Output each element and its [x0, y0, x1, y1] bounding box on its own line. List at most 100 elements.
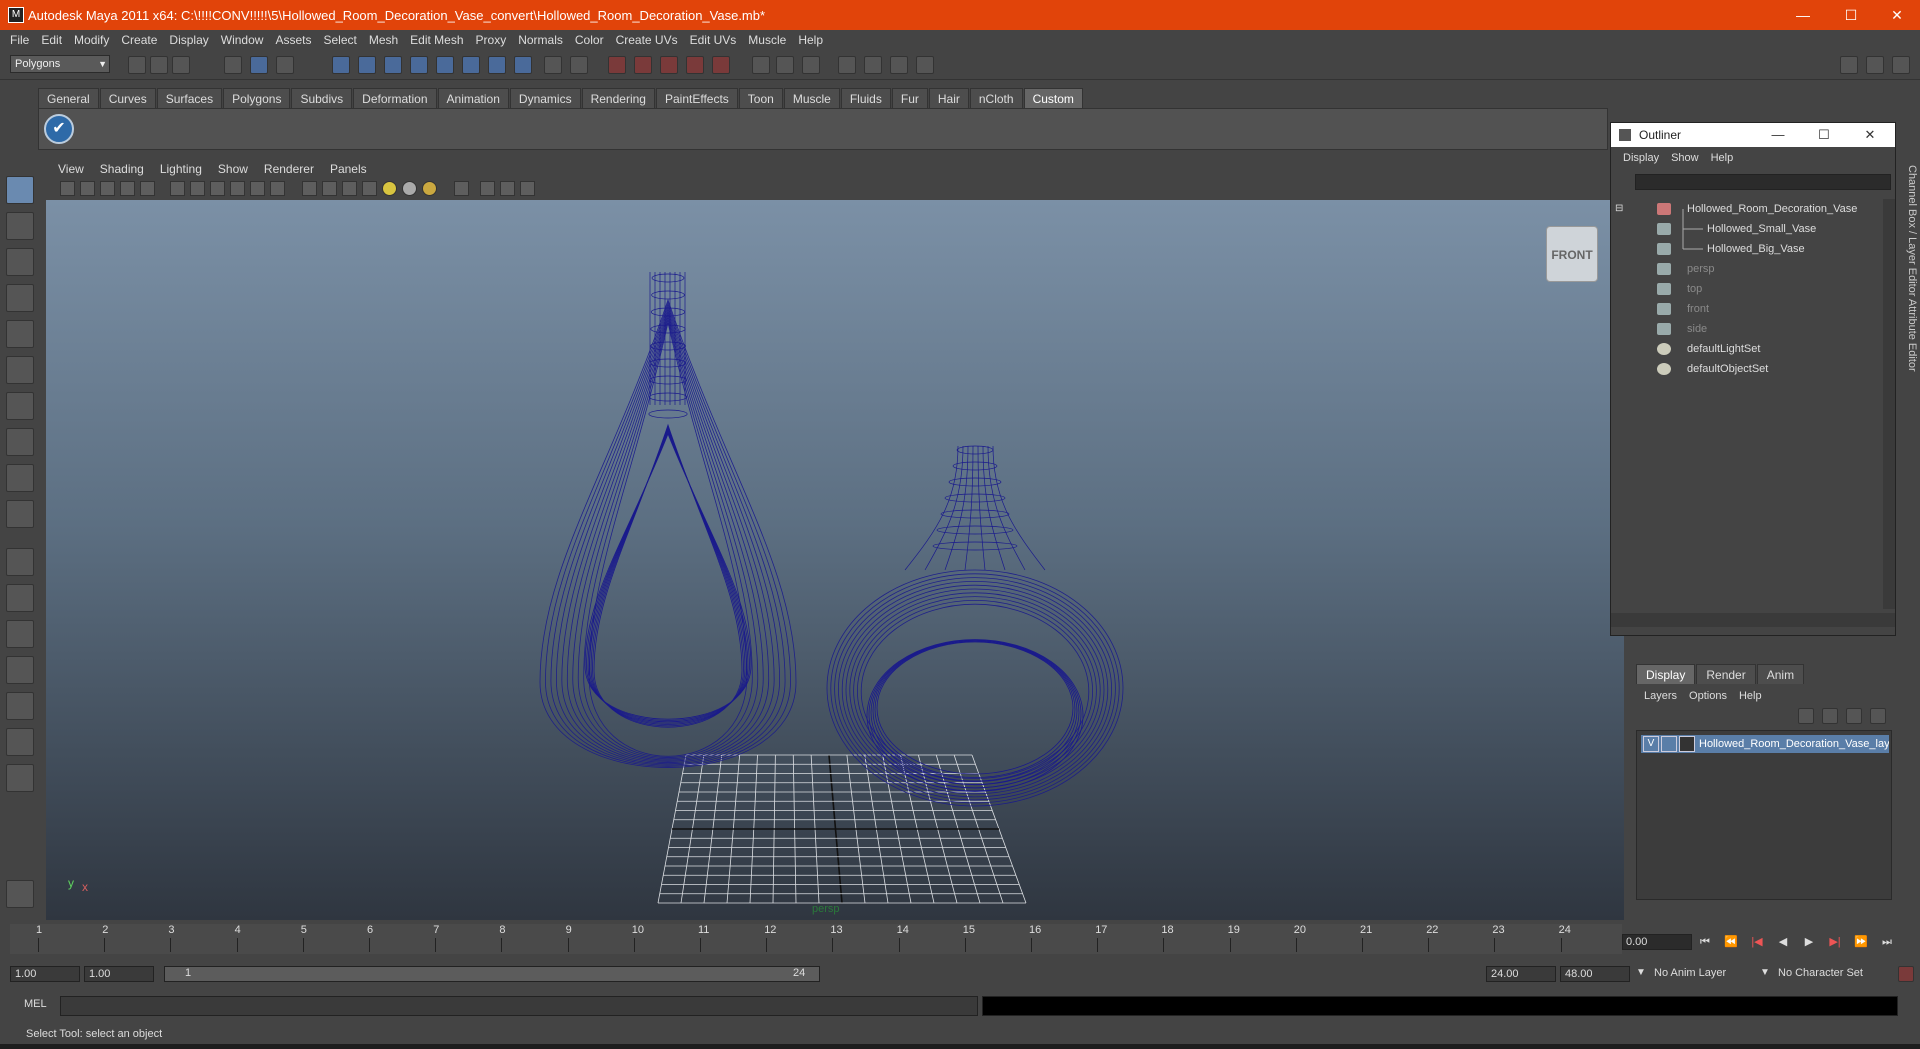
select-tool-icon[interactable]: [6, 176, 34, 204]
layer-tab-anim[interactable]: Anim: [1756, 664, 1805, 684]
shelf-tab-ncloth[interactable]: nCloth: [969, 88, 1023, 108]
universal-manipulator-icon[interactable]: [6, 392, 34, 420]
outliner-item-top[interactable]: top: [1611, 279, 1881, 299]
outliner-maximize-button[interactable]: ☐: [1801, 123, 1847, 147]
maximize-button[interactable]: ☐: [1828, 0, 1874, 30]
menu-create[interactable]: Create: [115, 33, 163, 47]
layout-options-icon[interactable]: [6, 764, 34, 792]
menu-edit-uvs[interactable]: Edit UVs: [684, 33, 743, 47]
selection-mask-icon[interactable]: [462, 56, 480, 74]
lock-icon[interactable]: [544, 56, 562, 74]
layer-tab-display[interactable]: Display: [1636, 664, 1696, 684]
image-plane-icon[interactable]: [120, 181, 135, 196]
new-scene-icon[interactable]: [128, 56, 146, 74]
muscle-tool-icon[interactable]: [6, 880, 34, 908]
shelf-tab-custom[interactable]: Custom: [1023, 88, 1083, 108]
playback-end-field[interactable]: 24.00: [1486, 966, 1556, 982]
move-tool-icon[interactable]: [6, 284, 34, 312]
minimize-button[interactable]: —: [1780, 0, 1826, 30]
render-view-icon[interactable]: [838, 56, 856, 74]
side-dock-tabs[interactable]: Channel Box / Layer Editor Attribute Edi…: [1900, 165, 1918, 405]
select-camera-icon[interactable]: [60, 181, 75, 196]
construction-icon[interactable]: [802, 56, 820, 74]
shelf-tab-rendering[interactable]: Rendering: [581, 88, 655, 108]
menu-muscle[interactable]: Muscle: [742, 33, 792, 47]
grid-toggle-icon[interactable]: [140, 181, 155, 196]
character-set-dropdown[interactable]: No Character Set: [1774, 966, 1892, 982]
layer-menu-options[interactable]: Options: [1683, 690, 1733, 702]
xray-icon[interactable]: [322, 181, 337, 196]
snap-curve-icon[interactable]: [358, 56, 376, 74]
make-live-icon[interactable]: [712, 56, 730, 74]
chevron-down-icon[interactable]: ▼: [1760, 967, 1770, 978]
layer-playback-toggle[interactable]: [1661, 736, 1677, 752]
shadows-icon[interactable]: [270, 181, 285, 196]
bookmark-icon[interactable]: [100, 181, 115, 196]
gold-sphere-icon[interactable]: [422, 181, 437, 196]
magnet-icon[interactable]: [608, 56, 626, 74]
wireframe-icon[interactable]: [170, 181, 185, 196]
input-ops-icon[interactable]: [752, 56, 770, 74]
time-slider[interactable]: 1 2 3 4 5 6 7 8 9 10 11 12 13 14 15 16 17 18 19 20 21 22 23 24: [10, 924, 1622, 954]
step-back-key-button[interactable]: ⏪: [1720, 934, 1742, 950]
step-forward-key-button[interactable]: ⏩: [1850, 934, 1872, 950]
menu-window[interactable]: Window: [215, 33, 270, 47]
scale-tool-icon[interactable]: [6, 356, 34, 384]
menu-select[interactable]: Select: [317, 33, 362, 47]
wireframe-on-shaded-icon[interactable]: [210, 181, 225, 196]
layer-options-icon[interactable]: [1870, 708, 1886, 724]
step-forward-frame-button[interactable]: ▶|: [1824, 934, 1846, 950]
layer-color-swatch[interactable]: [1679, 736, 1695, 752]
empty-layer-icon[interactable]: [1822, 708, 1838, 724]
range-slider-bar[interactable]: 1 24: [164, 966, 820, 982]
menu-help[interactable]: Help: [792, 33, 829, 47]
use-all-lights-icon[interactable]: [250, 181, 265, 196]
new-layer-icon[interactable]: [1798, 708, 1814, 724]
outliner-horizontal-scrollbar[interactable]: [1611, 613, 1895, 627]
menu-create-uvs[interactable]: Create UVs: [610, 33, 684, 47]
camera-attributes-icon[interactable]: [80, 181, 95, 196]
help-mask-icon[interactable]: [514, 56, 532, 74]
start-time-field[interactable]: 1.00: [10, 966, 80, 982]
snap-to-view-planes-icon[interactable]: [686, 56, 704, 74]
outliner-close-button[interactable]: ✕: [1847, 123, 1893, 147]
frame-all-icon[interactable]: [480, 181, 495, 196]
go-to-end-button[interactable]: ⏭: [1876, 934, 1898, 950]
lasso-tool-icon[interactable]: [6, 212, 34, 240]
shelf-tab-fluids[interactable]: Fluids: [840, 88, 891, 108]
rotate-tool-icon[interactable]: [6, 320, 34, 348]
perspective-viewport[interactable]: [46, 200, 1624, 920]
outliner-minimize-button[interactable]: —: [1755, 123, 1801, 147]
viewport-menu-show[interactable]: Show: [210, 162, 256, 176]
snap-to-points-icon[interactable]: [660, 56, 678, 74]
shelf-tab-muscle[interactable]: Muscle: [783, 88, 840, 108]
viewport-menu-lighting[interactable]: Lighting: [152, 162, 210, 176]
snap-grid-icon[interactable]: [332, 56, 350, 74]
show-manipulator-icon[interactable]: [6, 464, 34, 492]
shelf-tab-painteffects[interactable]: PaintEffects: [655, 88, 738, 108]
ipr-render-icon[interactable]: [890, 56, 908, 74]
shelf-tab-animation[interactable]: Animation: [437, 88, 509, 108]
menu-assets[interactable]: Assets: [269, 33, 317, 47]
save-scene-icon[interactable]: [172, 56, 190, 74]
snap-surface-icon[interactable]: [436, 56, 454, 74]
soft-modification-icon[interactable]: [6, 428, 34, 456]
textured-icon[interactable]: [230, 181, 245, 196]
viewport-menu-renderer[interactable]: Renderer: [256, 162, 322, 176]
shelf-tab-general[interactable]: General: [38, 88, 99, 108]
persp-outliner-layout-icon[interactable]: [6, 620, 34, 648]
viewport-menu-shading[interactable]: Shading: [92, 162, 152, 176]
selection-mask-2-icon[interactable]: [488, 56, 506, 74]
viewport-menu-view[interactable]: View: [50, 162, 92, 176]
gray-sphere-icon[interactable]: [402, 181, 417, 196]
outliner-menu-show[interactable]: Show: [1665, 152, 1705, 164]
layer-menu-help[interactable]: Help: [1733, 690, 1768, 702]
outliner-item-default-object-set[interactable]: defaultObjectSet: [1611, 359, 1881, 379]
outliner-layout-icon[interactable]: [6, 728, 34, 756]
outliner-filter-input[interactable]: [1635, 174, 1891, 190]
outliner-item-side[interactable]: side: [1611, 319, 1881, 339]
playback-start-field[interactable]: 1.00: [84, 966, 154, 982]
share-icon[interactable]: [520, 181, 535, 196]
menu-mesh[interactable]: Mesh: [363, 33, 404, 47]
paint-select-tool-icon[interactable]: [6, 248, 34, 276]
